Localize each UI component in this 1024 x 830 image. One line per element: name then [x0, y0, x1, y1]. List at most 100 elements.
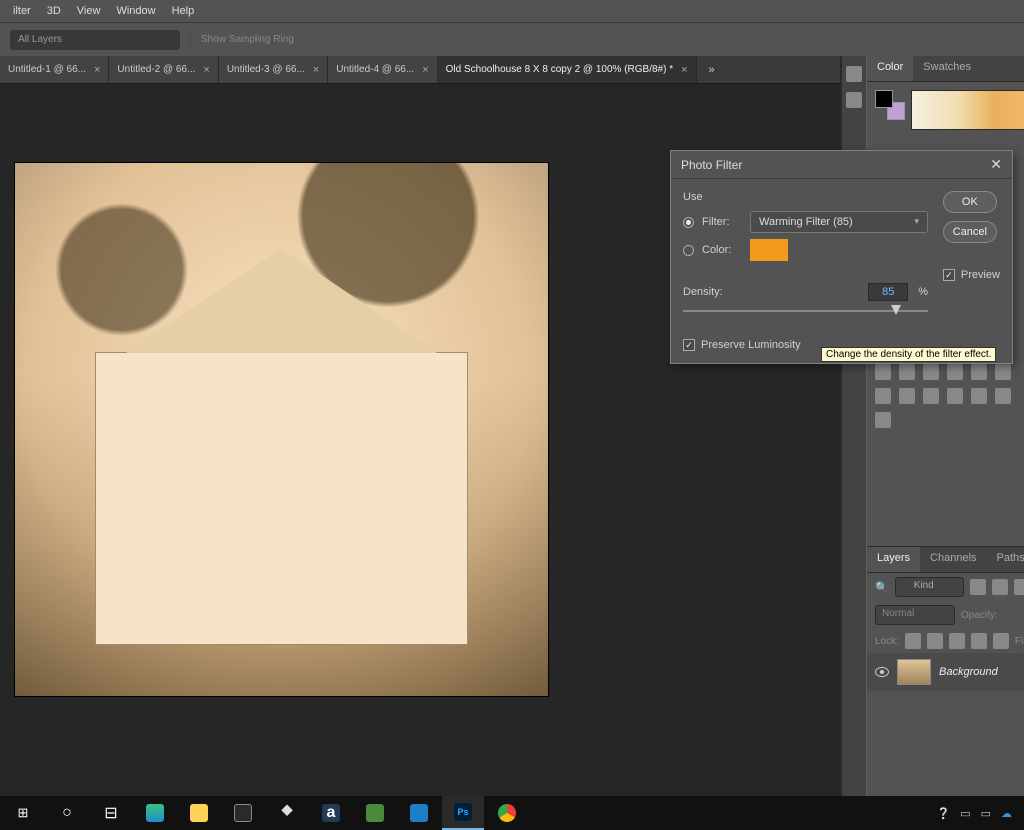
amazon-icon[interactable]: a	[310, 796, 352, 830]
show-sampling-ring[interactable]: Show Sampling Ring	[201, 34, 294, 45]
layer-name: Background	[939, 666, 998, 678]
adjustment-icon[interactable]	[923, 388, 939, 404]
dock-icon[interactable]	[846, 66, 862, 82]
doc-tab[interactable]: Untitled-3 @ 66... ×	[219, 56, 328, 83]
adjustment-icon[interactable]	[899, 388, 915, 404]
adjustment-icon[interactable]	[899, 364, 915, 380]
tab-label: Untitled-4 @ 66...	[336, 64, 414, 75]
preserve-luminosity-label: Preserve Luminosity	[701, 339, 801, 351]
adjustment-icon[interactable]	[947, 364, 963, 380]
layer-thumbnail[interactable]	[897, 659, 931, 685]
close-icon[interactable]: ×	[681, 64, 687, 76]
tab-channels[interactable]: Channels	[920, 547, 986, 572]
cancel-button[interactable]: Cancel	[943, 221, 997, 243]
tray-icon[interactable]: ▭	[981, 807, 991, 820]
filter-dropdown[interactable]: Warming Filter (85)	[750, 211, 928, 233]
fill-label: Fill:	[1015, 636, 1024, 647]
adjustment-icon[interactable]	[971, 388, 987, 404]
lock-icon[interactable]	[927, 633, 943, 649]
dock-icon[interactable]	[846, 92, 862, 108]
percent-label: %	[918, 286, 928, 298]
chrome-icon[interactable]	[486, 796, 528, 830]
filter-icon[interactable]	[970, 579, 986, 595]
lock-icon[interactable]	[993, 633, 1009, 649]
adjustment-icon[interactable]	[875, 388, 891, 404]
image-canvas[interactable]	[14, 162, 549, 697]
doc-tab[interactable]: Untitled-2 @ 66... ×	[109, 56, 218, 83]
menu-bar: ilter 3D View Window Help	[0, 0, 1024, 22]
close-icon[interactable]: ×	[94, 64, 100, 76]
close-icon[interactable]: ✕	[990, 156, 1002, 173]
filter-icon[interactable]	[992, 579, 1008, 595]
tab-label: Untitled-2 @ 66...	[117, 64, 195, 75]
tab-color[interactable]: Color	[867, 56, 913, 81]
blend-mode[interactable]: Normal	[875, 605, 955, 625]
menu-view[interactable]: View	[69, 5, 109, 17]
tab-paths[interactable]: Paths	[987, 547, 1024, 572]
adjustment-icon[interactable]	[971, 364, 987, 380]
adjustment-icon[interactable]	[995, 388, 1011, 404]
onedrive-icon[interactable]: ☁	[1001, 807, 1012, 820]
lock-icon[interactable]	[949, 633, 965, 649]
close-icon[interactable]: ×	[203, 64, 209, 76]
preview-checkbox[interactable]: ✓	[943, 269, 955, 281]
menu-window[interactable]: Window	[108, 5, 163, 17]
tray-icon[interactable]: ▭	[960, 807, 970, 820]
adjustment-icon[interactable]	[923, 364, 939, 380]
filter-radio[interactable]	[683, 217, 694, 228]
dialog-titlebar[interactable]: Photo Filter ✕	[671, 151, 1012, 179]
layer-filter[interactable]: Kind	[895, 577, 965, 597]
close-icon[interactable]: ×	[313, 64, 319, 76]
separator	[190, 29, 191, 51]
close-icon[interactable]: ×	[422, 64, 428, 76]
fg-bg-swatch[interactable]	[875, 90, 905, 120]
color-label: Color:	[702, 244, 742, 256]
ok-button[interactable]: OK	[943, 191, 997, 213]
adjustment-icon[interactable]	[875, 364, 891, 380]
doc-tab[interactable]: Untitled-1 @ 66... ×	[0, 56, 109, 83]
tabs-overflow[interactable]: »	[697, 56, 727, 83]
lock-icon[interactable]	[971, 633, 987, 649]
tab-swatches[interactable]: Swatches	[913, 56, 981, 81]
menu-filter[interactable]: ilter	[5, 5, 39, 17]
dropbox-icon[interactable]: ⯁	[266, 796, 308, 830]
task-view-icon[interactable]: ⊟	[90, 796, 132, 830]
app-icon[interactable]	[354, 796, 396, 830]
tab-layers[interactable]: Layers	[867, 547, 920, 572]
layers-panel: Layers Channels Paths 🔍 Kind Normal Opac…	[867, 546, 1024, 796]
lock-icon[interactable]	[905, 633, 921, 649]
fg-color[interactable]	[875, 90, 893, 108]
doc-tab[interactable]: Untitled-4 @ 66... ×	[328, 56, 437, 83]
explorer-icon[interactable]	[178, 796, 220, 830]
adjustment-icon[interactable]	[995, 364, 1011, 380]
start-button[interactable]: ⊞	[2, 796, 44, 830]
store-icon[interactable]	[222, 796, 264, 830]
tab-label: Old Schoolhouse 8 X 8 copy 2 @ 100% (RGB…	[446, 64, 674, 75]
sample-dropdown[interactable]: All Layers	[10, 30, 180, 50]
color-swatch[interactable]	[750, 239, 788, 261]
tab-label: Untitled-1 @ 66...	[8, 64, 86, 75]
adjustment-icon[interactable]	[947, 388, 963, 404]
filter-label: Filter:	[702, 216, 742, 228]
filter-icon[interactable]	[1014, 579, 1024, 595]
photoshop-icon[interactable]: Ps	[442, 796, 484, 830]
color-spectrum[interactable]	[911, 90, 1024, 130]
density-slider[interactable]	[683, 305, 928, 317]
visibility-icon[interactable]	[875, 667, 889, 677]
density-input[interactable]	[868, 283, 908, 301]
edge-icon[interactable]	[134, 796, 176, 830]
search-icon[interactable]: ○	[46, 796, 88, 830]
menu-help[interactable]: Help	[164, 5, 203, 17]
tab-label: Untitled-3 @ 66...	[227, 64, 305, 75]
help-icon[interactable]: ❔	[936, 807, 950, 820]
system-tray[interactable]: ❔ ▭ ▭ ☁	[926, 807, 1022, 820]
menu-3d[interactable]: 3D	[39, 5, 69, 17]
tooltip: Change the density of the filter effect.	[821, 347, 996, 362]
color-radio[interactable]	[683, 245, 694, 256]
preserve-luminosity-checkbox[interactable]: ✓	[683, 339, 695, 351]
mail-icon[interactable]	[398, 796, 440, 830]
layer-row[interactable]: Background	[867, 653, 1024, 691]
adjustment-icon[interactable]	[875, 412, 891, 428]
doc-tab-active[interactable]: Old Schoolhouse 8 X 8 copy 2 @ 100% (RGB…	[438, 56, 697, 83]
windows-taskbar: ⊞ ○ ⊟ ⯁ a Ps ❔ ▭ ▭ ☁	[0, 796, 1024, 830]
